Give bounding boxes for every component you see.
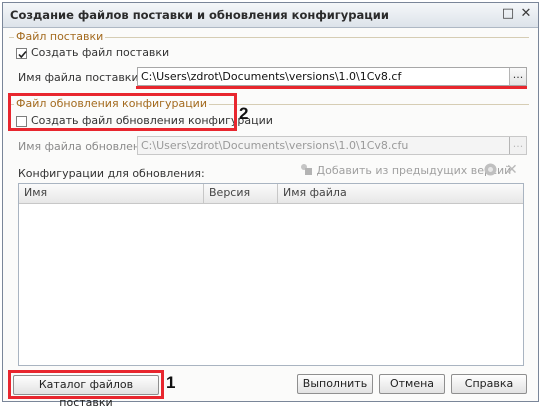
supply-file-browse-button[interactable]: ... xyxy=(509,68,526,85)
update-file-browse-button[interactable]: ... xyxy=(509,137,526,154)
configs-table-header: Имя Версия Имя файла xyxy=(19,184,523,204)
help-circle-icon[interactable] xyxy=(484,163,497,179)
column-header-name[interactable]: Имя xyxy=(24,186,47,199)
create-supply-checkbox[interactable] xyxy=(16,48,27,59)
puzzle-icon xyxy=(301,164,312,175)
marker-2: 2 xyxy=(239,104,249,123)
title-bar[interactable]: Создание файлов поставки и обновления ко… xyxy=(3,3,538,28)
supply-file-input[interactable]: C:\Users\zdrot\Documents\versions\1.0\1C… xyxy=(137,67,527,86)
column-divider xyxy=(203,184,204,203)
add-previous-versions-button[interactable]: Добавить из предыдущих версий xyxy=(300,163,511,177)
restore-icon[interactable]: □ xyxy=(501,7,515,21)
run-button[interactable]: Выполнить xyxy=(297,374,373,394)
configs-table[interactable]: Имя Версия Имя файла xyxy=(18,183,524,366)
add-previous-versions-label: Добавить из предыдущих версий xyxy=(316,164,512,177)
dialog-window: Создание файлов поставки и обновления ко… xyxy=(2,2,539,409)
column-header-version[interactable]: Версия xyxy=(209,186,250,199)
highlight-underline xyxy=(136,86,527,89)
column-divider xyxy=(277,184,278,203)
update-file-value: C:\Users\zdrot\Documents\versions\1.0\1C… xyxy=(141,139,409,152)
help-button[interactable]: Справка xyxy=(451,374,527,394)
window-title: Создание файлов поставки и обновления ко… xyxy=(10,8,389,22)
checkmark-icon xyxy=(18,50,27,59)
column-header-filename[interactable]: Имя файла xyxy=(283,186,347,199)
supply-file-label: Имя файла поставки: xyxy=(18,71,143,84)
close-icon[interactable]: ✕ xyxy=(519,7,533,21)
create-supply-label: Создать файл поставки xyxy=(31,46,170,59)
highlight-box-2 xyxy=(8,93,237,131)
update-file-input[interactable]: C:\Users\zdrot\Documents\versions\1.0\1C… xyxy=(137,136,527,155)
supply-file-value: C:\Users\zdrot\Documents\versions\1.0\1C… xyxy=(141,70,402,83)
configs-label: Конфигурации для обновления: xyxy=(18,167,205,180)
marker-1: 1 xyxy=(166,373,176,392)
cancel-button[interactable]: Отмена xyxy=(379,374,445,394)
supply-group-label: Файл поставки xyxy=(14,30,106,43)
delete-icon[interactable]: ✕ xyxy=(506,162,518,178)
highlight-box-1 xyxy=(8,370,164,399)
